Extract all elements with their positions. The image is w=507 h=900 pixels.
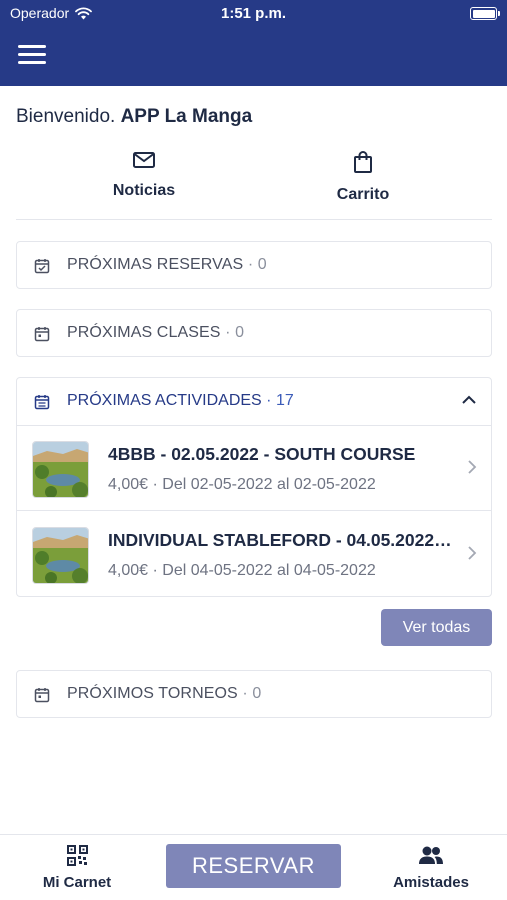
quick-actions: Noticias Carrito bbox=[16, 150, 492, 220]
news-label: Noticias bbox=[112, 182, 176, 199]
welcome-text: Bienvenido. APP La Manga bbox=[16, 106, 252, 128]
activity-row[interactable]: 4BBB - 02.05.2022 - SOUTH COURSE 4,00€ ·… bbox=[17, 426, 491, 511]
chevron-right-icon bbox=[468, 460, 477, 474]
status-bar: Operador 1:51 p.m. bbox=[0, 0, 507, 28]
see-all-button[interactable]: Ver todas bbox=[381, 609, 492, 646]
battery-icon bbox=[470, 7, 500, 20]
hamburger-icon[interactable] bbox=[18, 45, 46, 65]
section-actividades-header[interactable]: PRÓXIMAS ACTIVIDADES · 17 bbox=[17, 378, 491, 426]
calendar-list-icon bbox=[34, 395, 50, 410]
section-reservas-title: PRÓXIMAS RESERVAS · 0 bbox=[67, 256, 267, 273]
tab-amistades[interactable]: Amistades bbox=[356, 835, 506, 900]
calendar-icon bbox=[34, 327, 50, 342]
app-header: Operador 1:51 p.m. bbox=[0, 0, 507, 86]
cart-label: Carrito bbox=[336, 186, 390, 203]
section-actividades: PRÓXIMAS ACTIVIDADES · 17 4BBB - 02.05.2… bbox=[16, 377, 492, 597]
activity-title: 4BBB - 02.05.2022 - SOUTH COURSE bbox=[108, 444, 416, 464]
tab-mi-carnet-label: Mi Carnet bbox=[42, 874, 112, 891]
golf-course-image bbox=[33, 528, 88, 583]
chevron-up-icon[interactable] bbox=[461, 394, 477, 406]
welcome-prefix: Bienvenido. bbox=[16, 106, 116, 127]
activity-subtitle: 4,00€ · Del 02-05-2022 al 02-05-2022 bbox=[108, 476, 376, 493]
tab-amistades-label: Amistades bbox=[393, 874, 469, 891]
activity-thumbnail bbox=[32, 441, 89, 498]
chevron-right-icon bbox=[468, 546, 477, 560]
news-button[interactable]: Noticias bbox=[64, 150, 224, 200]
clock: 1:51 p.m. bbox=[220, 5, 287, 22]
reservar-button[interactable]: RESERVAR bbox=[166, 844, 341, 888]
activity-subtitle: 4,00€ · Del 04-05-2022 al 04-05-2022 bbox=[108, 562, 376, 579]
activity-row[interactable]: INDIVIDUAL STABLEFORD - 04.05.2022 - NOR… bbox=[17, 512, 491, 597]
shopping-bag-icon bbox=[354, 151, 372, 173]
tab-mi-carnet[interactable]: Mi Carnet bbox=[2, 835, 152, 900]
section-reservas[interactable]: PRÓXIMAS RESERVAS · 0 bbox=[16, 241, 492, 289]
user-name: APP La Manga bbox=[120, 106, 253, 127]
people-icon bbox=[419, 846, 443, 864]
activity-thumbnail bbox=[32, 527, 89, 584]
calendar-icon bbox=[34, 688, 50, 703]
activity-title: INDIVIDUAL STABLEFORD - 04.05.2022 - NOR… bbox=[108, 530, 453, 550]
section-actividades-title: PRÓXIMAS ACTIVIDADES · 17 bbox=[67, 392, 294, 409]
tab-bar: Mi Carnet RESERVAR Amistades bbox=[0, 834, 507, 900]
cart-button[interactable]: Carrito bbox=[283, 150, 443, 204]
mail-icon bbox=[133, 152, 155, 168]
section-torneos[interactable]: PRÓXIMOS TORNEOS · 0 bbox=[16, 670, 492, 718]
qr-code-icon bbox=[66, 845, 88, 866]
section-clases-title: PRÓXIMAS CLASES · 0 bbox=[67, 324, 245, 341]
golf-course-image bbox=[33, 442, 88, 497]
calendar-check-icon bbox=[34, 259, 50, 274]
section-torneos-title: PRÓXIMOS TORNEOS · 0 bbox=[67, 685, 262, 702]
section-clases[interactable]: PRÓXIMAS CLASES · 0 bbox=[16, 309, 492, 357]
